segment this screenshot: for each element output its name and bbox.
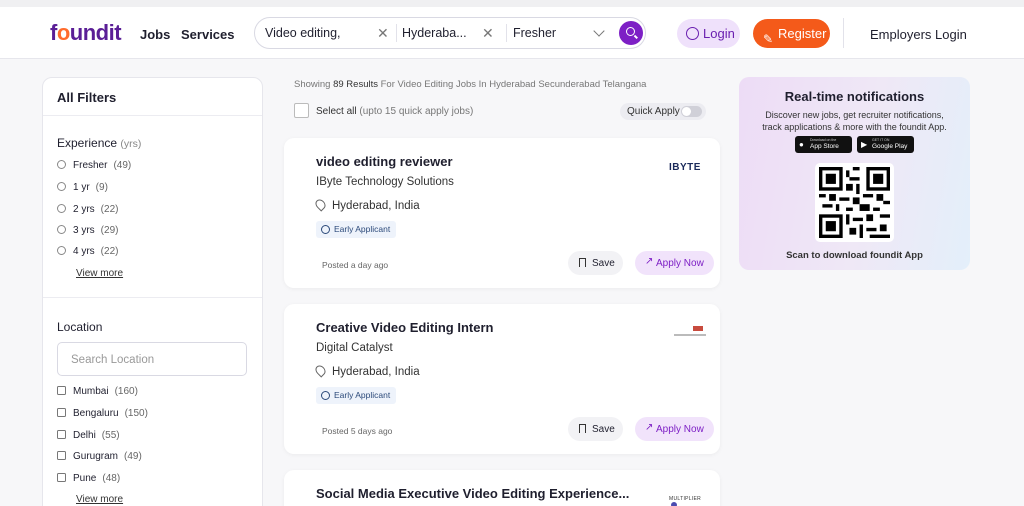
apply-now-button[interactable]: ↗ Apply Now [635, 251, 714, 275]
early-applicant-badge: Early Applicant [316, 387, 397, 404]
clock-icon [321, 391, 330, 400]
digital-catalyst-logo [672, 326, 706, 340]
app-promo-banner: Real-time notifications Discover new job… [739, 77, 970, 270]
filters-panel: All Filters Experience (yrs) Fresher (49)… [42, 77, 263, 506]
quick-apply-toggle[interactable]: Quick Apply [620, 103, 706, 120]
checkbox[interactable] [57, 408, 66, 417]
location-pin-icon [313, 197, 328, 212]
save-button[interactable]: Save [568, 251, 623, 275]
job-card[interactable]: video editing reviewer IByte Technology … [284, 138, 720, 288]
clear-location-icon[interactable]: ✕ [482, 18, 494, 48]
external-link-icon: ↗ [645, 256, 654, 267]
register-button[interactable]: ✎ Register [753, 19, 830, 48]
apply-now-button[interactable]: ↗ Apply Now [635, 417, 714, 441]
google-play-badge[interactable]: ▶ GET IT ON Google Play [857, 136, 914, 153]
experience-option[interactable]: 1 yr (9) [57, 182, 108, 193]
top-header: foundit Jobs Services Video editing, ✕ H… [0, 0, 1024, 59]
radio-button[interactable] [57, 160, 66, 169]
qr-code-icon [819, 167, 890, 238]
toggle-switch[interactable] [681, 106, 702, 117]
checkbox[interactable] [57, 473, 66, 482]
location-search-input[interactable]: Search Location [57, 342, 247, 376]
promo-subtitle: Discover new jobs, get recruiter notific… [762, 110, 947, 132]
bookmark-icon [579, 258, 586, 267]
filters-title: All Filters [57, 90, 117, 105]
scan-caption: Scan to download foundit App [786, 250, 923, 261]
location-heading: Location [57, 320, 103, 334]
experience-option[interactable]: 4 yrs (22) [57, 246, 118, 257]
job-title[interactable]: Creative Video Editing Intern [316, 320, 493, 335]
filter-divider [43, 115, 262, 116]
app-store-badge[interactable]: ● Download on the App Store [795, 136, 852, 153]
keyword-input[interactable]: Video editing, [265, 18, 341, 48]
search-divider [396, 24, 397, 42]
location-option[interactable]: Mumbai (160) [57, 386, 138, 397]
login-button[interactable]: Login [677, 19, 740, 48]
bookmark-icon [579, 424, 586, 433]
search-button[interactable] [619, 21, 643, 45]
checkbox[interactable] [57, 451, 66, 460]
location-input[interactable]: Hyderaba... [402, 18, 467, 48]
apple-icon: ● [799, 140, 804, 149]
location-option[interactable]: Pune (48) [57, 473, 120, 484]
header-divider [843, 18, 844, 48]
radio-button[interactable] [57, 182, 66, 191]
qr-code [815, 163, 894, 242]
employers-login-link[interactable]: Employers Login [870, 27, 967, 42]
experience-select[interactable]: Fresher [513, 18, 556, 48]
clock-icon [321, 225, 330, 234]
search-divider [506, 24, 507, 42]
job-card[interactable]: Creative Video Editing Intern Digital Ca… [284, 304, 720, 454]
save-button[interactable]: Save [568, 417, 623, 441]
promo-title: Real-time notifications [784, 89, 925, 104]
experience-heading: Experience (yrs) [57, 136, 142, 150]
experience-option[interactable]: 3 yrs (29) [57, 225, 118, 236]
nav-services[interactable]: Services [181, 27, 235, 42]
company-logo: MULTIPLIER [669, 485, 709, 506]
radio-button[interactable] [57, 225, 66, 234]
user-icon [686, 27, 699, 40]
select-all-label[interactable]: Select all (upto 15 quick apply jobs) [316, 106, 473, 117]
select-all-checkbox[interactable] [294, 103, 309, 118]
radio-button[interactable] [57, 246, 66, 255]
company-logo [669, 319, 709, 347]
foundit-logo[interactable]: foundit [50, 20, 122, 46]
checkbox[interactable] [57, 430, 66, 439]
external-link-icon: ↗ [645, 422, 654, 433]
posted-time: Posted a day ago [322, 260, 389, 270]
filter-divider [43, 297, 262, 298]
location-option[interactable]: Bengaluru (150) [57, 408, 148, 419]
chevron-down-icon[interactable] [593, 25, 605, 37]
clear-keyword-icon[interactable]: ✕ [377, 18, 389, 48]
location-option[interactable]: Gurugram (49) [57, 451, 142, 462]
results-summary: Showing 89 Results For Video Editing Job… [294, 79, 647, 90]
location-view-more-link[interactable]: View more [76, 494, 123, 505]
play-icon: ▶ [861, 140, 868, 149]
add-user-icon: ✎ [763, 32, 774, 46]
location-pin-icon [313, 363, 328, 378]
posted-time: Posted 5 days ago [322, 426, 393, 436]
location-option[interactable]: Delhi (55) [57, 430, 120, 441]
experience-option[interactable]: 2 yrs (22) [57, 204, 118, 215]
nav-jobs[interactable]: Jobs [140, 27, 170, 42]
job-location: Hyderabad, India [313, 363, 420, 378]
search-bar: Video editing, ✕ Hyderaba... ✕ Fresher [254, 17, 646, 49]
job-title[interactable]: video editing reviewer [316, 154, 453, 169]
experience-option[interactable]: Fresher (49) [57, 160, 131, 171]
early-applicant-badge: Early Applicant [316, 221, 397, 238]
experience-view-more-link[interactable]: View more [76, 268, 123, 279]
job-location: Hyderabad, India [313, 197, 420, 212]
company-name: Digital Catalyst [316, 342, 393, 354]
checkbox[interactable] [57, 386, 66, 395]
radio-button[interactable] [57, 204, 66, 213]
job-card[interactable]: Social Media Executive Video Editing Exp… [284, 470, 720, 506]
company-name: IByte Technology Solutions [316, 176, 454, 188]
job-title[interactable]: Social Media Executive Video Editing Exp… [316, 486, 629, 501]
browser-strip [0, 0, 1024, 7]
company-logo: IBYTE [669, 162, 701, 173]
